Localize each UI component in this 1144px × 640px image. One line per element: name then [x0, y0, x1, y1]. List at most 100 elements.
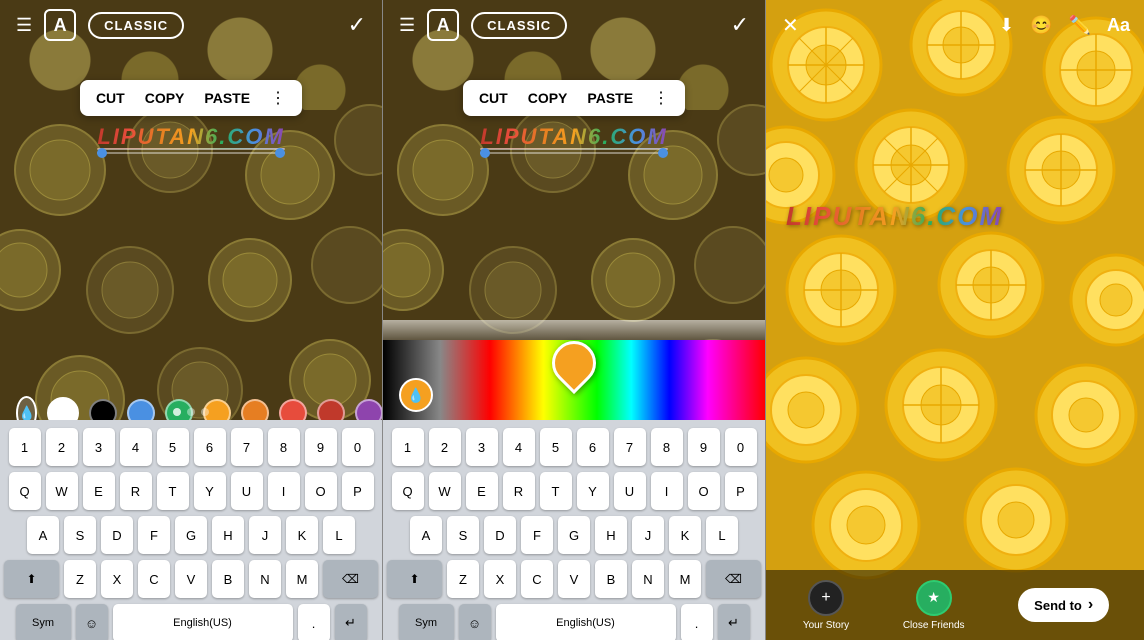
key-1[interactable]: 1 [9, 428, 41, 466]
key2-7[interactable]: 7 [614, 428, 646, 466]
key-g[interactable]: G [175, 516, 207, 554]
key2-6[interactable]: 6 [577, 428, 609, 466]
hamburger-icon[interactable]: ☰ [16, 15, 32, 36]
shift-key-2[interactable]: ⬆ [387, 560, 442, 598]
key2-z[interactable]: Z [447, 560, 479, 598]
confirm-checkmark[interactable]: ✓ [348, 12, 366, 38]
key-v[interactable]: V [175, 560, 207, 598]
close-button-3[interactable]: ✕ [782, 13, 799, 38]
key-d[interactable]: D [101, 516, 133, 554]
key-5[interactable]: 5 [157, 428, 189, 466]
key-b[interactable]: B [212, 560, 244, 598]
key2-h[interactable]: H [595, 516, 627, 554]
copy-button[interactable]: COPY [145, 90, 185, 106]
key2-a[interactable]: A [410, 516, 442, 554]
emoji-key-2[interactable]: ☺ [459, 604, 491, 640]
send-to-button[interactable]: Send to › [1018, 588, 1109, 622]
period-key-1[interactable]: . [298, 604, 330, 640]
key2-5[interactable]: 5 [540, 428, 572, 466]
period-key-2[interactable]: . [681, 604, 713, 640]
sym-key-1[interactable]: Sym [16, 604, 71, 640]
key-i[interactable]: I [268, 472, 300, 510]
key2-b[interactable]: B [595, 560, 627, 598]
shift-key-1[interactable]: ⬆ [4, 560, 59, 598]
key-y[interactable]: Y [194, 472, 226, 510]
key-x[interactable]: X [101, 560, 133, 598]
key2-0[interactable]: 0 [725, 428, 757, 466]
key-p[interactable]: P [342, 472, 374, 510]
classic-mode-button-2[interactable]: CLASSIC [471, 12, 567, 39]
text-format-button-2[interactable]: A [427, 9, 459, 41]
key2-9[interactable]: 9 [688, 428, 720, 466]
key2-t[interactable]: T [540, 472, 572, 510]
key2-4[interactable]: 4 [503, 428, 535, 466]
key-n[interactable]: N [249, 560, 281, 598]
enter-key-2[interactable]: ↵ [718, 604, 750, 640]
key2-1[interactable]: 1 [392, 428, 424, 466]
key-l[interactable]: L [323, 516, 355, 554]
enter-key-1[interactable]: ↵ [335, 604, 367, 640]
key-9[interactable]: 9 [305, 428, 337, 466]
key-7[interactable]: 7 [231, 428, 263, 466]
key-4[interactable]: 4 [120, 428, 152, 466]
key2-n[interactable]: N [632, 560, 664, 598]
key-t[interactable]: T [157, 472, 189, 510]
key-e[interactable]: E [83, 472, 115, 510]
key2-x[interactable]: X [484, 560, 516, 598]
delete-key-1[interactable]: ⌫ [323, 560, 378, 598]
key2-s[interactable]: S [447, 516, 479, 554]
key-o[interactable]: O [305, 472, 337, 510]
key-a[interactable]: A [27, 516, 59, 554]
key-0[interactable]: 0 [342, 428, 374, 466]
paste-button[interactable]: PASTE [204, 90, 250, 106]
key2-v[interactable]: V [558, 560, 590, 598]
eyedropper-button-2[interactable]: 💧 [399, 378, 433, 412]
key-s[interactable]: S [64, 516, 96, 554]
key-z[interactable]: Z [64, 560, 96, 598]
key2-w[interactable]: W [429, 472, 461, 510]
key2-y[interactable]: Y [577, 472, 609, 510]
key2-f[interactable]: F [521, 516, 553, 554]
close-friends-option[interactable]: ★ Close Friends [903, 580, 965, 631]
key2-k[interactable]: K [669, 516, 701, 554]
key-f[interactable]: F [138, 516, 170, 554]
confirm-checkmark-2[interactable]: ✓ [731, 12, 749, 38]
key-k[interactable]: K [286, 516, 318, 554]
paste-button-2[interactable]: PASTE [587, 90, 633, 106]
hamburger-icon-2[interactable]: ☰ [399, 15, 415, 36]
cut-button-2[interactable]: CUT [479, 90, 508, 106]
key-j[interactable]: J [249, 516, 281, 554]
your-story-option[interactable]: + Your Story [803, 580, 849, 631]
key2-u[interactable]: U [614, 472, 646, 510]
key-h[interactable]: H [212, 516, 244, 554]
key-u[interactable]: U [231, 472, 263, 510]
space-key-2[interactable]: English(US) [496, 604, 676, 640]
more-options-button[interactable]: ⋮ [270, 88, 286, 108]
key2-l[interactable]: L [706, 516, 738, 554]
key2-q[interactable]: Q [392, 472, 424, 510]
key-m[interactable]: M [286, 560, 318, 598]
key2-g[interactable]: G [558, 516, 590, 554]
key-3[interactable]: 3 [83, 428, 115, 466]
key2-2[interactable]: 2 [429, 428, 461, 466]
key2-r[interactable]: R [503, 472, 535, 510]
key2-m[interactable]: M [669, 560, 701, 598]
more-options-button-2[interactable]: ⋮ [653, 88, 669, 108]
text-format-3[interactable]: Aa [1107, 15, 1130, 36]
key-q[interactable]: Q [9, 472, 41, 510]
key-6[interactable]: 6 [194, 428, 226, 466]
key-8[interactable]: 8 [268, 428, 300, 466]
sticker-icon-3[interactable]: 😊 [1030, 15, 1052, 36]
key2-c[interactable]: C [521, 560, 553, 598]
key2-8[interactable]: 8 [651, 428, 683, 466]
key2-3[interactable]: 3 [466, 428, 498, 466]
copy-button-2[interactable]: COPY [528, 90, 568, 106]
key2-o[interactable]: O [688, 472, 720, 510]
sym-key-2[interactable]: Sym [399, 604, 454, 640]
emoji-key-1[interactable]: ☺ [76, 604, 108, 640]
delete-key-2[interactable]: ⌫ [706, 560, 761, 598]
key2-i[interactable]: I [651, 472, 683, 510]
draw-icon-3[interactable]: ✏️ [1069, 15, 1091, 36]
key2-d[interactable]: D [484, 516, 516, 554]
key2-j[interactable]: J [632, 516, 664, 554]
